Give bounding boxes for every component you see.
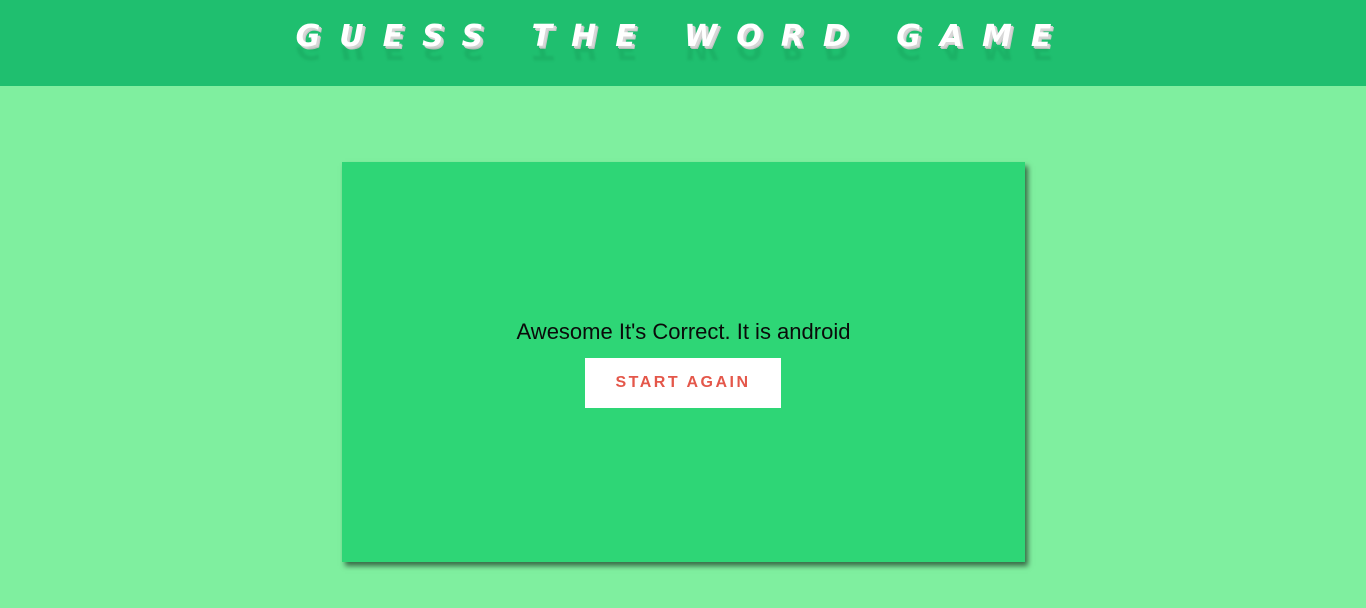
result-message: Awesome It's Correct. It is android: [516, 319, 851, 344]
start-again-button[interactable]: START AGAIN: [585, 358, 781, 408]
game-title-reflection: GUESS THE WORD GAME: [295, 47, 1071, 65]
result-card: Awesome It's Correct. It is android STAR…: [342, 162, 1025, 562]
app-header: GUESS THE WORD GAME GUESS THE WORD GAME: [0, 0, 1366, 86]
